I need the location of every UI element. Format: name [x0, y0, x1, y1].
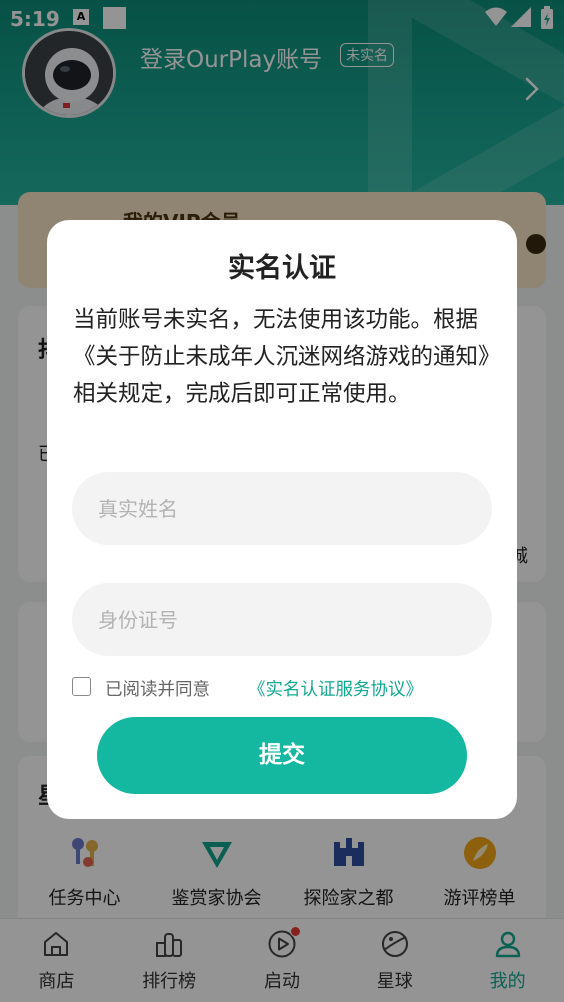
agreement-link[interactable]: 《实名认证服务协议》 [248, 676, 423, 701]
id-number-input[interactable] [72, 583, 492, 656]
dialog-title: 实名认证 [228, 253, 336, 284]
agreement-text: 已阅读并同意 [105, 680, 210, 700]
submit-button[interactable]: 提交 [97, 717, 467, 794]
agreement-checkbox[interactable] [72, 677, 91, 696]
real-name-input[interactable] [72, 472, 492, 545]
dialog-message: 当前账号未实名，无法使用该功能。根据《关于防止未成年人沉迷网络游戏的通知》相关规… [73, 307, 490, 407]
real-name-dialog: 实名认证 当前账号未实名，无法使用该功能。根据《关于防止未成年人沉迷网络游戏的通… [47, 220, 517, 819]
